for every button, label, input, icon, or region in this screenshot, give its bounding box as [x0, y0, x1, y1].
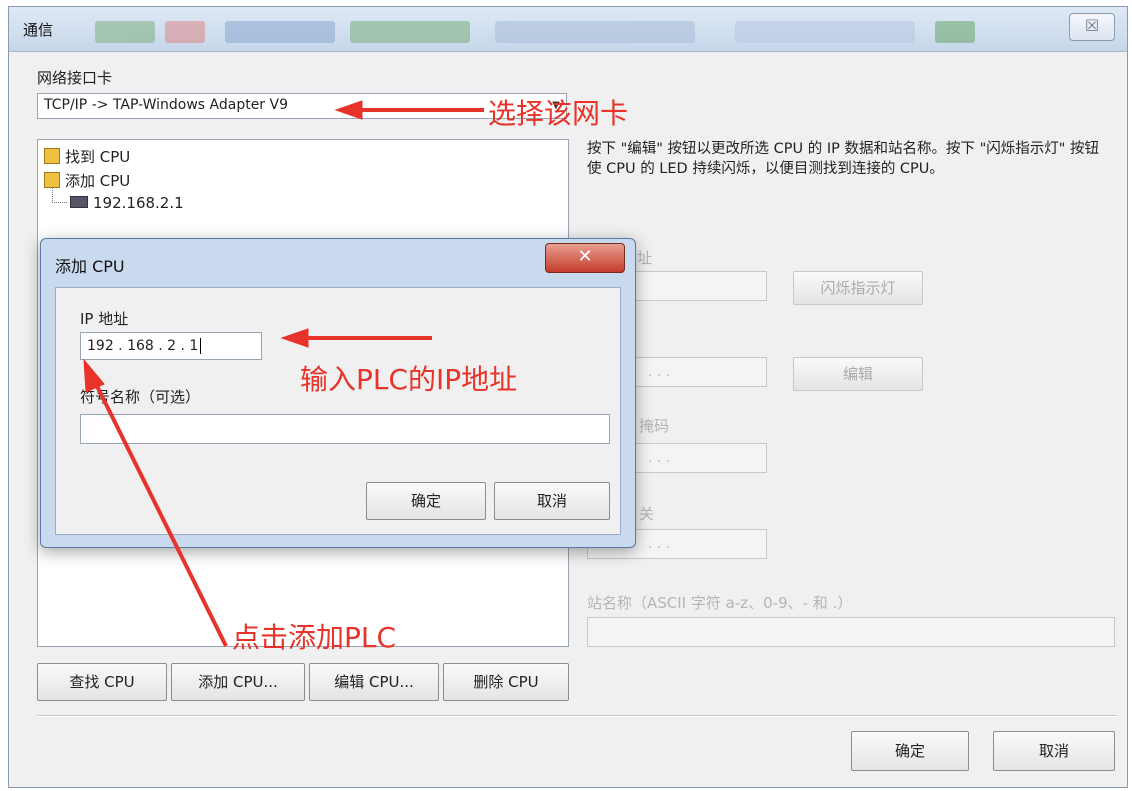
annotation-click-add: 点击添加PLC: [232, 621, 397, 654]
annotation-select-nic: 选择该网卡: [488, 97, 629, 130]
arrow-head-enter-ip: [280, 328, 309, 348]
arrow-head-select-nic: [334, 100, 363, 120]
annotation-enter-ip: 输入PLC的IP地址: [300, 363, 518, 396]
arrow-click-add: [90, 375, 228, 647]
arrow-head-click-add: [83, 358, 105, 393]
